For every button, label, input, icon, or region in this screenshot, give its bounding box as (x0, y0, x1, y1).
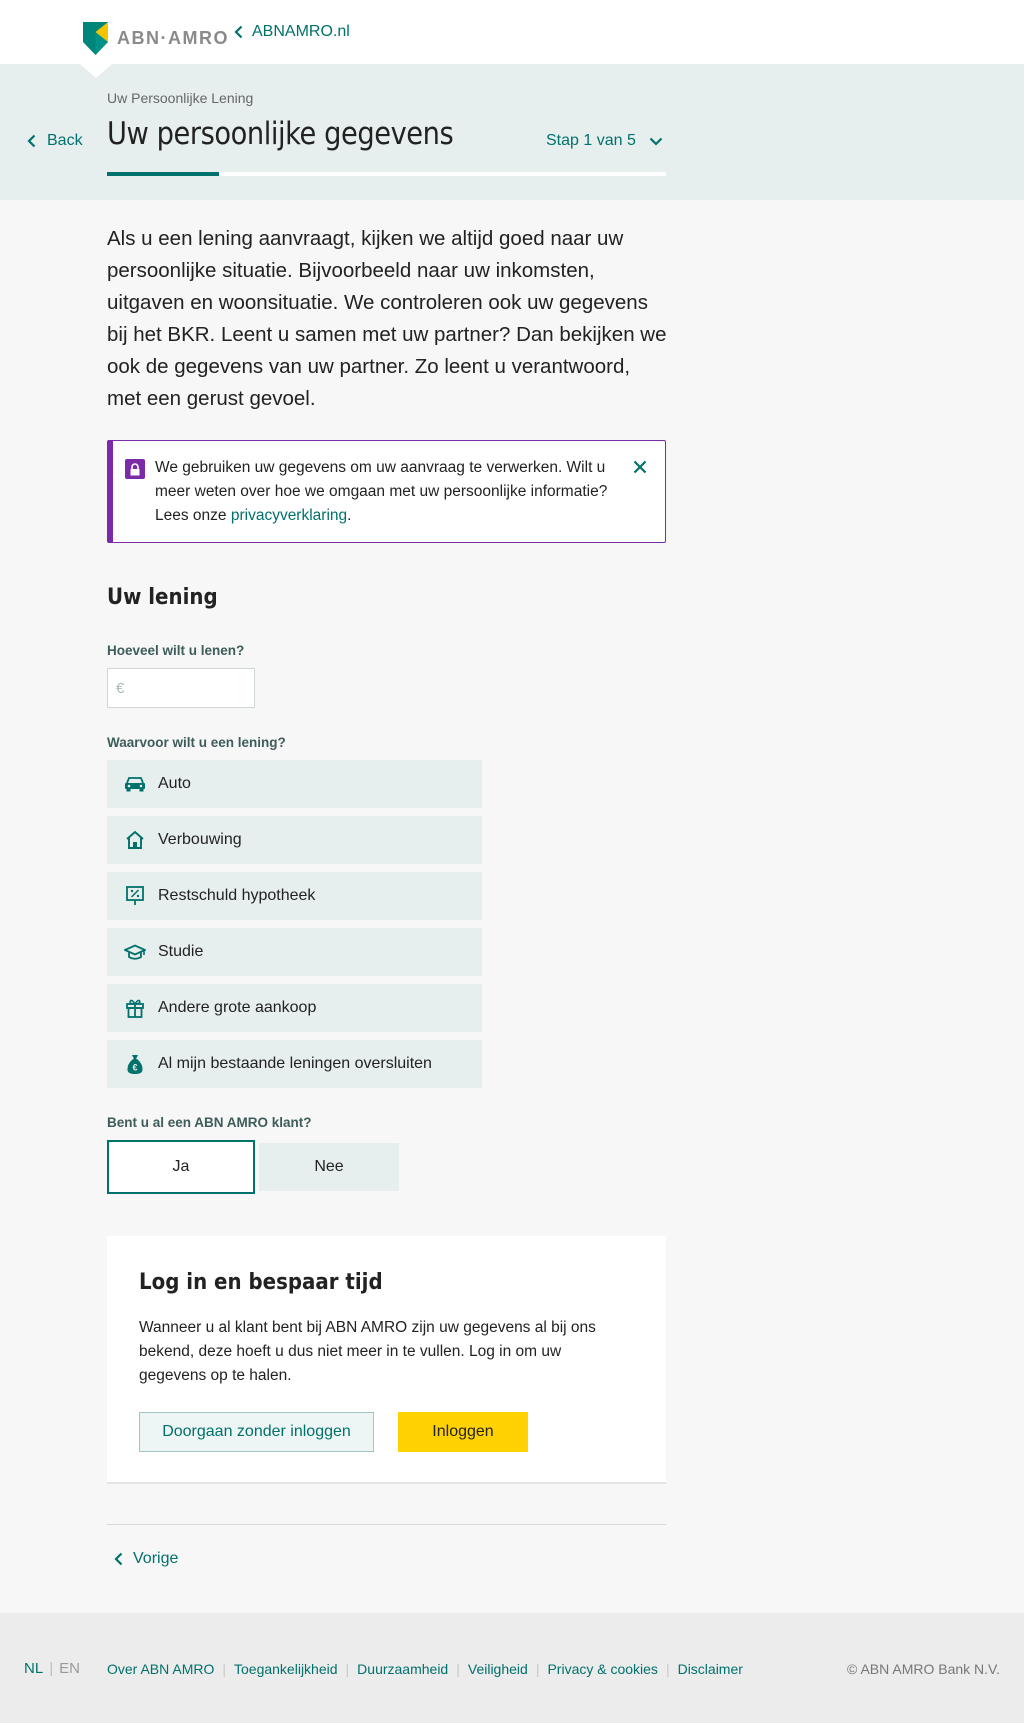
amount-input[interactable] (128, 679, 239, 697)
page-header: Uw Persoonlijke Lening Back Uw persoonli… (0, 64, 1024, 200)
amount-field[interactable]: € (107, 668, 255, 708)
chevron-left-icon (234, 25, 243, 39)
back-button-label: Back (47, 132, 83, 149)
house-icon (124, 829, 146, 851)
login-card: Log in en bespaar tijd Wanneer u al klan… (107, 1236, 666, 1484)
footer-separator: | (535, 1661, 540, 1677)
purpose-option-verbouwing[interactable]: Verbouwing (107, 816, 482, 864)
shield-logo-icon (83, 22, 108, 55)
footer-separator: | (665, 1661, 670, 1677)
footer-link-privacy[interactable]: Privacy & cookies (547, 1661, 657, 1677)
gift-icon (124, 997, 146, 1019)
amount-label: Hoeveel wilt u lenen? (107, 643, 245, 658)
purpose-label: Waarvoor wilt u een lening? (107, 735, 286, 750)
progress-bar-fill (107, 172, 219, 176)
page-title: Uw persoonlijke gegevens (107, 116, 454, 152)
intro-text: Als u een lening aanvraagt, kijken we al… (107, 227, 667, 410)
back-button[interactable]: Back (27, 132, 83, 150)
language-en[interactable]: EN (59, 1660, 80, 1677)
progress-bar (107, 172, 666, 176)
breadcrumb: Uw Persoonlijke Lening (107, 90, 254, 106)
footer-separator: | (456, 1661, 460, 1677)
chevron-left-icon (27, 134, 36, 148)
privacy-notice: We gebruiken uw gegevens om uw aanvraag … (107, 440, 666, 543)
footer-link-veiligheid[interactable]: Veiligheid (468, 1661, 528, 1677)
previous-button-label: Vorige (133, 1550, 179, 1567)
copyright: © ABN AMRO Bank N.V. (847, 1661, 1000, 1677)
footer-links: Over ABN AMRO | Toegankelijkheid | Duurz… (107, 1661, 743, 1677)
privacy-notice-text: We gebruiken uw gegevens om uw aanvraag … (155, 456, 615, 528)
footer: NL | EN Over ABN AMRO | Toegankelijkheid… (0, 1613, 1024, 1723)
purpose-option-label: Studie (158, 943, 204, 960)
car-icon (124, 773, 146, 795)
step-label: Stap 1 van 5 (546, 132, 636, 149)
graduation-cap-icon (124, 941, 146, 963)
purpose-option-restschuld[interactable]: Restschuld hypotheek (107, 872, 482, 920)
login-button[interactable]: Inloggen (398, 1412, 528, 1452)
purpose-option-label: Auto (158, 775, 191, 792)
divider (107, 1524, 666, 1525)
brand-name: ABN·AMRO (117, 28, 229, 48)
euro-prefix: € (116, 679, 125, 697)
purpose-option-label: Andere grote aankoop (158, 999, 317, 1016)
abn-amro-logo[interactable]: ABN·AMRO (83, 22, 229, 55)
footer-link-disclaimer[interactable]: Disclaimer (678, 1661, 743, 1677)
section-title-loan: Uw lening (107, 585, 218, 610)
login-card-text: Wanneer u al klant bent bij ABN AMRO zij… (139, 1319, 596, 1384)
purpose-option-label: Verbouwing (158, 831, 242, 848)
footer-separator: | (345, 1661, 350, 1677)
customer-no-button[interactable]: Nee (259, 1143, 399, 1191)
purpose-option-oversluiten[interactable]: € Al mijn bestaande leningen oversluiten (107, 1040, 482, 1088)
privacy-statement-link[interactable]: privacyverklaring (231, 507, 347, 524)
purpose-option-studie[interactable]: Studie (107, 928, 482, 976)
footer-link-toegankelijkheid[interactable]: Toegankelijkheid (234, 1661, 338, 1677)
language-separator: | (49, 1660, 54, 1677)
step-dropdown[interactable]: Stap 1 van 5 (546, 132, 663, 150)
close-icon[interactable] (633, 460, 647, 479)
money-bag-icon: € (124, 1053, 146, 1075)
svg-text:€: € (132, 1062, 137, 1072)
language-switcher: NL | EN (24, 1660, 80, 1677)
language-nl[interactable]: NL (24, 1660, 43, 1677)
previous-button[interactable]: Vorige (114, 1550, 178, 1568)
footer-link-over[interactable]: Over ABN AMRO (107, 1661, 214, 1677)
purpose-option-aankoop[interactable]: Andere grote aankoop (107, 984, 482, 1032)
continue-without-login-button[interactable]: Doorgaan zonder inloggen (139, 1412, 374, 1452)
top-bar: ABN·AMRO ABNAMRO.nl (0, 0, 1024, 64)
lock-icon (125, 459, 145, 479)
customer-yes-button[interactable]: Ja (107, 1140, 255, 1194)
chevron-down-icon (649, 137, 663, 146)
purpose-option-auto[interactable]: Auto (107, 760, 482, 808)
notice-text-main: We gebruiken uw gegevens om uw aanvraag … (155, 459, 608, 524)
back-to-site-label: ABNAMRO.nl (252, 23, 350, 40)
footer-separator: | (222, 1661, 226, 1677)
notice-text-end: . (347, 507, 352, 524)
chevron-left-icon (114, 1552, 123, 1566)
footer-link-duurzaamheid[interactable]: Duurzaamheid (357, 1661, 448, 1677)
back-to-site-link[interactable]: ABNAMRO.nl (234, 23, 350, 41)
login-card-title: Log in en bespaar tijd (139, 1270, 383, 1295)
percent-sign-icon (124, 885, 146, 907)
customer-question-label: Bent u al een ABN AMRO klant? (107, 1115, 312, 1130)
purpose-option-label: Al mijn bestaande leningen oversluiten (158, 1055, 432, 1072)
header-notch (80, 64, 112, 78)
purpose-option-label: Restschuld hypotheek (158, 887, 316, 904)
